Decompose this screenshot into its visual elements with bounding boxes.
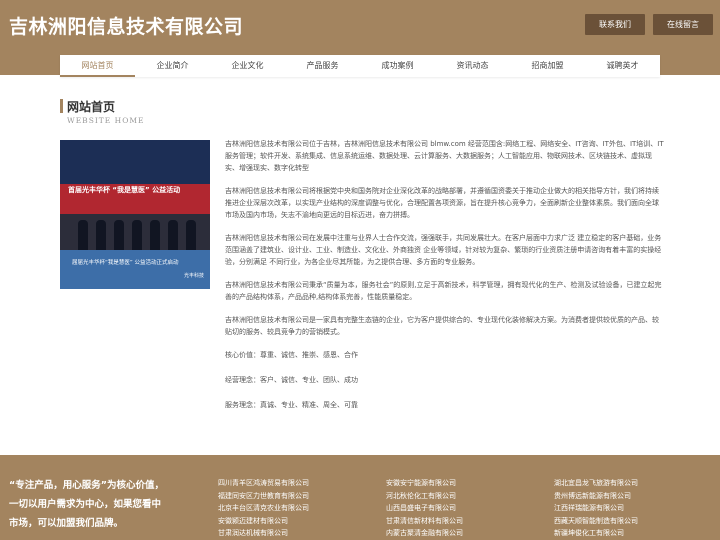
footer-link[interactable]: 河北秋伦化工有限公司: [386, 490, 463, 503]
nav-item-careers[interactable]: 诚聘英才: [585, 55, 660, 77]
footer-link[interactable]: 江西祥瑞能源有限公司: [554, 502, 638, 515]
footer-link[interactable]: 四川青羊区鸿涛贸易有限公司: [218, 477, 309, 490]
nav-item-culture[interactable]: 企业文化: [210, 55, 285, 77]
photo-person: [114, 220, 124, 250]
nav-item-franchise[interactable]: 招商加盟: [510, 55, 585, 77]
intro-paragraph: 吉林洲阳信息技术有限公司将根据党中央和国务院对企业深化改革的战略部署，并遵循国资…: [225, 187, 659, 219]
footer-link[interactable]: 安徽安宁能源有限公司: [386, 477, 463, 490]
footer-link[interactable]: 北京丰台区清克农业有限公司: [218, 502, 309, 515]
footer-link[interactable]: 内蒙古聚清金融有限公司: [386, 527, 463, 540]
footer-link[interactable]: 湖北宜昌龙飞旅游有限公司: [554, 477, 638, 490]
footer-link[interactable]: 贵州博远新能源有限公司: [554, 490, 638, 503]
service-philosophy: 服务理念：真诚、专业、精准、周全、可靠: [225, 401, 358, 409]
photo-person: [96, 220, 106, 250]
photo-stage-screen: [60, 250, 210, 289]
footer-link[interactable]: 甘肃润达机械有限公司: [218, 527, 309, 540]
footer-link[interactable]: 甘肃清信新材料有限公司: [386, 515, 463, 528]
section-subtitle: WEBSITE HOME: [67, 116, 145, 125]
photo-person: [78, 220, 88, 250]
footer-link[interactable]: 西藏天顺智能制造有限公司: [554, 515, 638, 528]
photo-person: [150, 220, 160, 250]
footer-link[interactable]: 安徽颍迈建材有限公司: [218, 515, 309, 528]
nav-item-about[interactable]: 企业简介: [135, 55, 210, 77]
photo-caption: 届届光丰华杯“我是慧医” 公益活动正式启动: [72, 260, 179, 266]
main-nav: 网站首页 企业简介 企业文化 产品服务 成功案例 资讯动态 招商加盟 诚聘英才: [60, 55, 660, 77]
nav-item-products[interactable]: 产品服务: [285, 55, 360, 77]
intro-paragraph: 吉林洲阳信息技术有限公司在发展中注重与业界人士合作交流，强强联手，共同发展壮大。…: [225, 234, 662, 266]
footer-links-column: 四川青羊区鸿涛贸易有限公司 福建同安区力世教育有限公司 北京丰台区清克农业有限公…: [218, 477, 309, 540]
nav-item-news[interactable]: 资讯动态: [435, 55, 510, 77]
core-values: 核心价值：尊重、诚信、推崇、感恩、合作: [225, 351, 358, 359]
company-event-photo: 首届光丰华杯 “我是慧医” 公益活动 届届光丰华杯“我是慧医” 公益活动正式启动…: [60, 140, 210, 289]
photo-person: [168, 220, 178, 250]
section-title: 网站首页: [67, 100, 116, 114]
footer-link[interactable]: 山西昌盛电子有限公司: [386, 502, 463, 515]
intro-paragraph: 吉林洲阳信息技术有限公司是一家具有完整生态链的企业，它为客户提供综合的、专业现代…: [225, 316, 659, 336]
photo-banner-text: 首届光丰华杯 “我是慧医” 公益活动: [68, 186, 181, 194]
nav-item-home[interactable]: 网站首页: [60, 55, 135, 77]
footer-link[interactable]: 新疆坤俊化工有限公司: [554, 527, 638, 540]
leave-message-button[interactable]: 在线留言: [653, 14, 713, 35]
photo-backdrop: [60, 140, 210, 184]
intro-paragraph: 吉林洲阳信息技术有限公司秉承“质量为本，服务社会”的原则,立足于高新技术，科学管…: [225, 281, 662, 301]
contact-us-button[interactable]: 联系我们: [585, 14, 645, 35]
intro-paragraph: 吉林洲阳信息技术有限公司位于吉林，吉林洲阳信息技术有限公司 blmw.com 经…: [225, 140, 664, 172]
section-accent-bar: [60, 99, 63, 113]
company-intro: 吉林洲阳信息技术有限公司位于吉林，吉林洲阳信息技术有限公司 blmw.com 经…: [225, 138, 665, 424]
footer-links-column: 湖北宜昌龙飞旅游有限公司 贵州博远新能源有限公司 江西祥瑞能源有限公司 西藏天顺…: [554, 477, 638, 540]
photo-person: [132, 220, 142, 250]
site-title: 吉林洲阳信息技术有限公司: [9, 16, 244, 38]
footer-links-column: 安徽安宁能源有限公司 河北秋伦化工有限公司 山西昌盛电子有限公司 甘肃清信新材料…: [386, 477, 463, 540]
photo-person: [186, 220, 196, 250]
photo-logo: 光丰科技: [183, 273, 204, 279]
footer: “专注产品，用心服务”为核心价值，一切以用户需求为中心，如果您看中市场，可以加盟…: [0, 455, 720, 540]
nav-item-cases[interactable]: 成功案例: [360, 55, 435, 77]
footer-slogan: “专注产品，用心服务”为核心价值，一切以用户需求为中心，如果您看中市场，可以加盟…: [9, 480, 164, 529]
footer-link[interactable]: 福建同安区力世教育有限公司: [218, 490, 309, 503]
business-philosophy: 经营理念：客户、诚信、专业、团队、成功: [225, 376, 358, 384]
